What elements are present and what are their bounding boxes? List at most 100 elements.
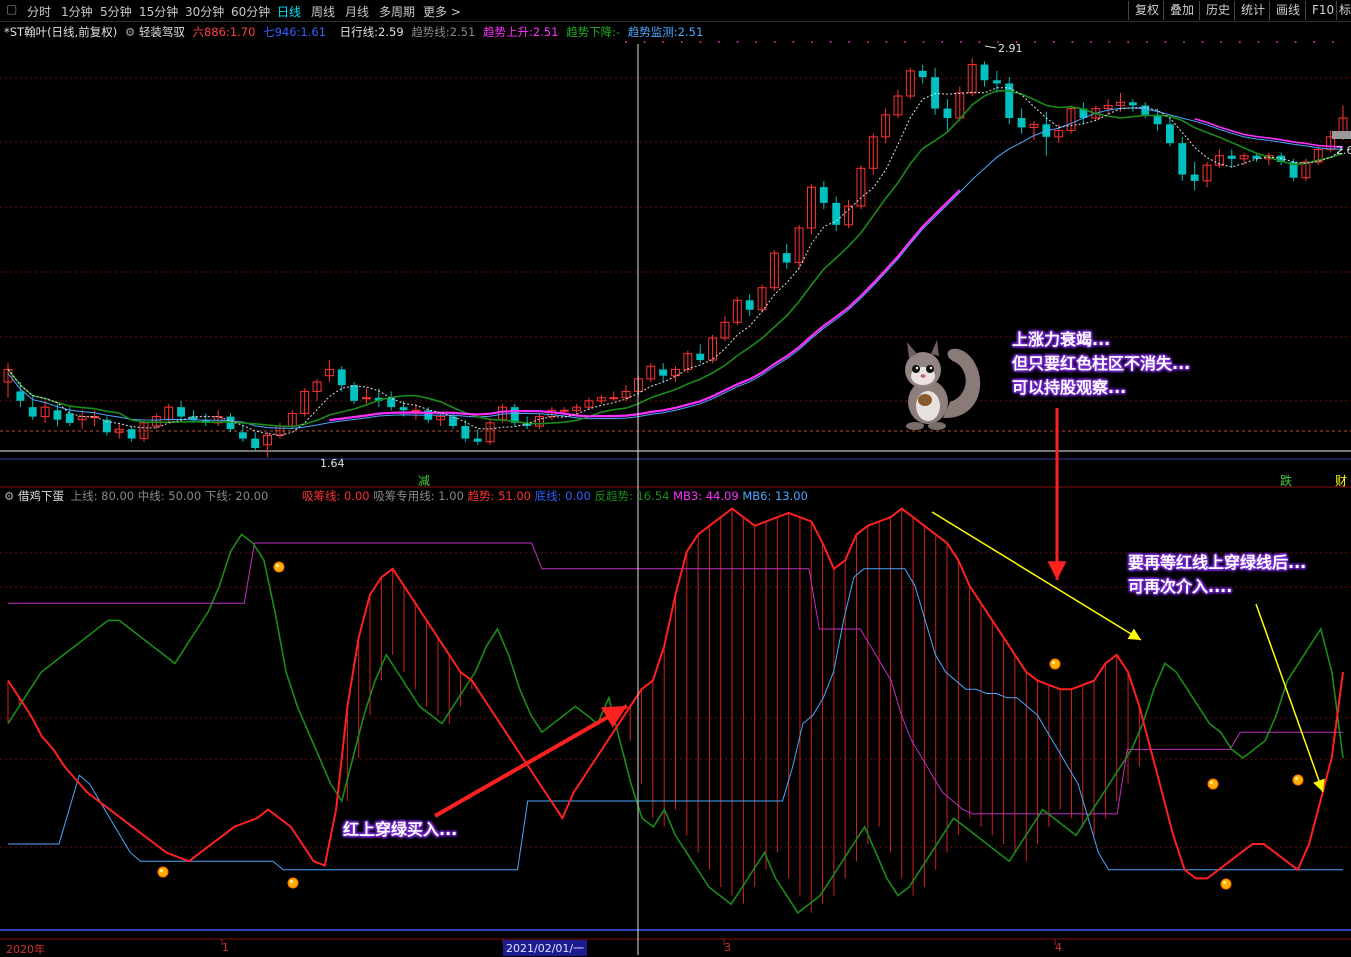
gold-coin-highlight xyxy=(276,564,279,567)
buy-arrow xyxy=(434,704,628,818)
indicator-name[interactable]: 轻装驾驭 xyxy=(139,25,185,39)
candle-body-down xyxy=(659,369,668,376)
annotation-reentry-line-1: 要再等红线上穿绿线后... xyxy=(1128,553,1307,572)
annotation-buy: 红上穿绿买入... xyxy=(343,820,458,839)
axis-cursor-date: 2021/02/01/一 xyxy=(503,940,588,956)
candle-body-down xyxy=(127,429,136,439)
indicator-settings-icon[interactable]: ⚙ xyxy=(125,25,135,39)
high-price-pointer xyxy=(984,45,997,49)
decline-arrow-head xyxy=(1127,628,1141,640)
sub-trend: 趋势: 51.00 xyxy=(467,489,531,503)
value-3: 2.59 xyxy=(378,25,404,39)
value-6: - xyxy=(615,25,621,39)
annotation-exhaustion: 上涨力衰竭... 但只要红色柱区不消失... 可以持股观察... xyxy=(1012,328,1190,400)
candle-body-down xyxy=(696,353,705,360)
trend-dot xyxy=(1220,41,1223,43)
gold-coin-highlight xyxy=(1295,777,1298,780)
trend-dot xyxy=(1145,41,1148,43)
sub-indicator-name[interactable]: 借鸡下蛋 xyxy=(18,489,64,503)
marker-drop: 跌 xyxy=(1280,474,1293,488)
sub-lower: 下线: 20.00 xyxy=(204,489,269,503)
candle-body-up xyxy=(362,397,371,400)
trend-dot xyxy=(1294,41,1297,43)
candle-body-down xyxy=(399,407,408,411)
value-1: 1.70 xyxy=(229,25,256,39)
trend-rising-line xyxy=(329,189,961,422)
candle-body-down xyxy=(745,300,754,310)
value-7: 2.51 xyxy=(677,25,704,39)
value-2: 1.61 xyxy=(300,25,327,39)
sub-reverse: 反趋势: 16.54 xyxy=(594,489,670,503)
sub-middle: 中线: 50.00 xyxy=(137,489,202,503)
candle-body-down xyxy=(337,369,346,386)
sub-info-line: ⚙ 借鸡下蛋 上线: 80.00 中线: 50.00 下线: 20.00 吸筹线… xyxy=(4,488,808,504)
trend-dot xyxy=(736,41,739,43)
value-label-1: 六886: xyxy=(192,25,230,39)
gold-coin-highlight xyxy=(1052,661,1055,664)
trend-dot xyxy=(1090,41,1092,43)
value-label-3: 日行线: xyxy=(339,25,379,39)
candle-body-down xyxy=(251,438,260,448)
trend-dot xyxy=(1257,41,1260,43)
gold-coin-highlight xyxy=(290,880,293,883)
candle-body-down xyxy=(918,70,927,78)
trend-dot xyxy=(1052,41,1055,43)
candle-body-down xyxy=(931,77,940,109)
candle-body-down xyxy=(943,108,952,118)
trend-dot xyxy=(1276,41,1278,43)
candle-body-down xyxy=(832,202,841,225)
trend-dot xyxy=(978,41,981,43)
candle-body-down xyxy=(238,432,247,439)
candle-body-up xyxy=(411,409,421,412)
trend-dot xyxy=(848,41,851,43)
trend-dot xyxy=(643,41,646,43)
trend-dot xyxy=(811,41,813,43)
value-5: 2.51 xyxy=(532,25,559,39)
candle-body-down xyxy=(1252,155,1261,159)
trend-dot xyxy=(959,41,962,43)
trend-rising-line-2 xyxy=(1194,118,1344,148)
value-4: 2.51 xyxy=(449,25,476,39)
annotation-exhaustion-line-2: 但只要红色柱区不消失... xyxy=(1012,354,1191,373)
trend-dot xyxy=(1313,41,1316,43)
candle-body-down xyxy=(65,413,74,423)
trend-dot xyxy=(1331,41,1334,43)
low-price-label: 1.64 xyxy=(320,457,345,470)
reentry-arrow xyxy=(1255,603,1324,793)
stock-title[interactable]: *ST翰叶(日线,前复权) xyxy=(4,25,117,39)
candle-body-down xyxy=(819,187,828,203)
candle-body-down xyxy=(1005,83,1014,118)
trend-dot xyxy=(1238,41,1241,43)
candle-body-down xyxy=(53,410,62,420)
marker-reduce: 减 xyxy=(418,474,431,488)
candle-body-down xyxy=(1227,155,1236,159)
trend-dot xyxy=(755,41,758,43)
candle-body-down xyxy=(1190,174,1199,181)
trend-dot xyxy=(904,41,906,43)
trend-dot xyxy=(792,41,795,43)
candle-body-down xyxy=(177,407,186,417)
trend-dot xyxy=(922,41,925,43)
sub-bottom: 底线: 0.00 xyxy=(534,489,591,503)
gold-coin-icon xyxy=(157,866,169,878)
annotation-reentry: 要再等红线上穿绿线后... 可再次介入.... xyxy=(1128,551,1306,599)
trend-dot xyxy=(1127,41,1130,43)
candle-body-down xyxy=(1128,102,1137,106)
sub-absorb: 吸筹线: 0.00 xyxy=(301,489,370,503)
right-price-label: 2.6 xyxy=(1336,144,1351,157)
value-label-2: 七946: xyxy=(263,25,301,39)
value-label-5: 趋势上升: xyxy=(482,25,533,39)
gold-coin-icon xyxy=(273,561,285,573)
candle-body-down xyxy=(473,438,482,442)
trend-dot xyxy=(1071,41,1074,43)
trend-dot xyxy=(625,41,627,43)
sub-settings-icon[interactable]: ⚙ xyxy=(4,489,14,503)
gold-coin-highlight xyxy=(1210,781,1213,784)
sub-absorb-special: 吸筹专用线: 1.00 xyxy=(373,489,464,503)
annotation-exhaustion-line-1: 上涨力衰竭... xyxy=(1012,330,1111,349)
trend-dot xyxy=(1034,41,1037,43)
gold-coin-icon xyxy=(1292,774,1304,786)
value-label-4: 趋势线: xyxy=(411,25,450,39)
trend-dot xyxy=(699,41,702,43)
trend-dot xyxy=(885,41,888,43)
